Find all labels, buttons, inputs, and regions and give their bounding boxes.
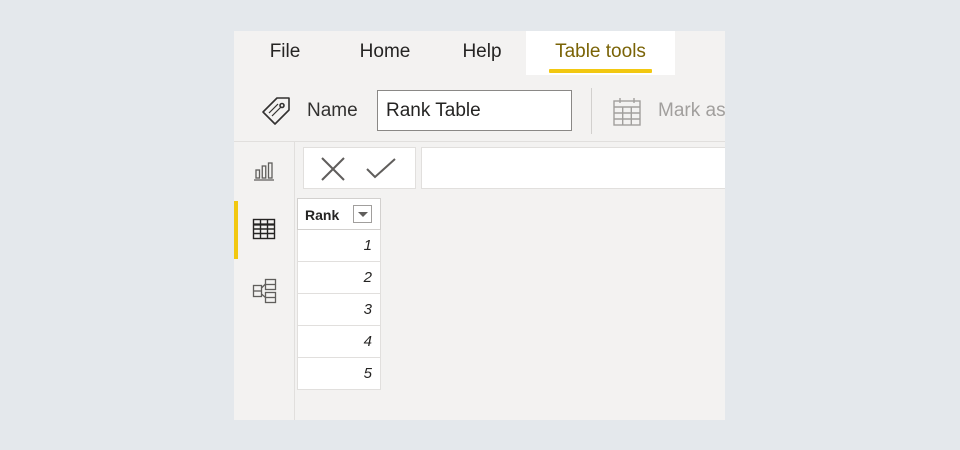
tab-home[interactable]: Home <box>346 31 424 75</box>
ribbon: Name Mark as <box>234 75 725 142</box>
tag-icon <box>262 97 290 125</box>
checkmark-icon[interactable] <box>364 156 398 182</box>
tab-help[interactable]: Help <box>452 31 512 75</box>
table-row: 5 <box>297 358 381 390</box>
app-window: File Home Help Table tools Name Rank Tab… <box>234 31 725 420</box>
table-cell: 5 <box>363 365 372 382</box>
active-view-indicator <box>234 201 238 259</box>
tab-table-tools[interactable]: Table tools <box>526 31 675 75</box>
column-header-label: Rank <box>305 207 340 223</box>
filter-dropdown-icon[interactable] <box>353 205 372 223</box>
report-view-icon <box>254 162 274 181</box>
table-cell: 4 <box>363 333 372 350</box>
menu-bar: File Home Help Table tools <box>234 31 725 75</box>
tab-help-label: Help <box>462 41 502 62</box>
name-label: Name <box>307 100 358 121</box>
data-view-icon <box>252 218 276 240</box>
table-row: 4 <box>297 326 381 358</box>
active-tab-indicator <box>549 69 652 73</box>
formula-bar-buttons <box>303 147 416 189</box>
close-icon[interactable] <box>318 156 348 182</box>
table-name-input[interactable] <box>377 90 572 131</box>
tab-home-label: Home <box>359 41 411 62</box>
chevron-down-icon <box>358 212 368 217</box>
table-cell: 2 <box>363 269 372 286</box>
table-row: 2 <box>297 262 381 294</box>
column-header-rank[interactable]: Rank <box>297 198 381 230</box>
calendar-icon <box>613 98 641 126</box>
ribbon-separator <box>591 88 592 134</box>
table-row: 1 <box>297 230 381 262</box>
tab-table-tools-label: Table tools <box>555 41 646 62</box>
nav-data-view[interactable] <box>234 201 294 259</box>
formula-input[interactable] <box>421 147 725 189</box>
nav-model-view[interactable] <box>234 262 294 320</box>
table-row: 3 <box>297 294 381 326</box>
tab-file[interactable]: File <box>257 31 313 75</box>
view-switcher <box>234 142 295 420</box>
nav-report-view[interactable] <box>234 143 294 201</box>
tab-file-label: File <box>269 41 301 62</box>
model-view-icon <box>252 278 277 304</box>
table-cell: 1 <box>363 237 372 254</box>
table-cell: 3 <box>363 301 372 318</box>
mark-as-date-table-button[interactable]: Mark as <box>658 100 725 122</box>
